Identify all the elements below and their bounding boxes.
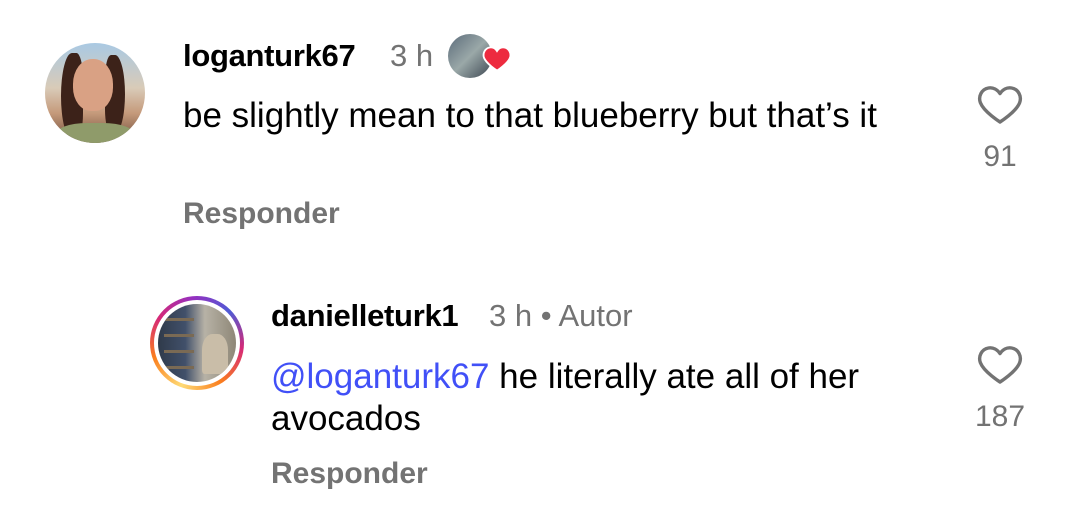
comment-username[interactable]: danielleturk1 [271,298,459,334]
author-label: Autor [558,298,633,333]
comment-text: be slightly mean to that blueberry but t… [183,96,877,135]
comment-username[interactable]: loganturk67 [183,38,356,74]
comment-text: @loganturk67 he literally ate all of her… [271,356,991,440]
like-button[interactable]: 91 [970,82,1030,174]
comment-timestamp: 3 h [489,298,533,333]
like-count: 187 [974,400,1026,433]
reply-button[interactable]: Responder [183,197,340,231]
comment-reply: danielleturk1 3 h • Autor @loganturk67 h… [0,260,1080,519]
comment: loganturk67 3 h be slightly mean to that… [0,0,1080,260]
avatar[interactable] [45,43,145,143]
avatar[interactable] [158,304,236,382]
mention-link[interactable]: @loganturk67 [271,357,489,396]
comment-timestamp: 3 h [390,38,434,73]
story-ring[interactable] [150,296,244,390]
like-button[interactable]: 187 [970,342,1030,434]
comment-meta: 3 h • Autor [489,298,633,334]
reply-button[interactable]: Responder [271,457,428,491]
meta-separator: • [540,298,552,333]
heart-outline-icon[interactable] [970,82,1030,126]
heart-filled-icon [482,44,512,77]
like-count: 91 [983,140,1017,173]
heart-outline-icon[interactable] [970,342,1030,386]
